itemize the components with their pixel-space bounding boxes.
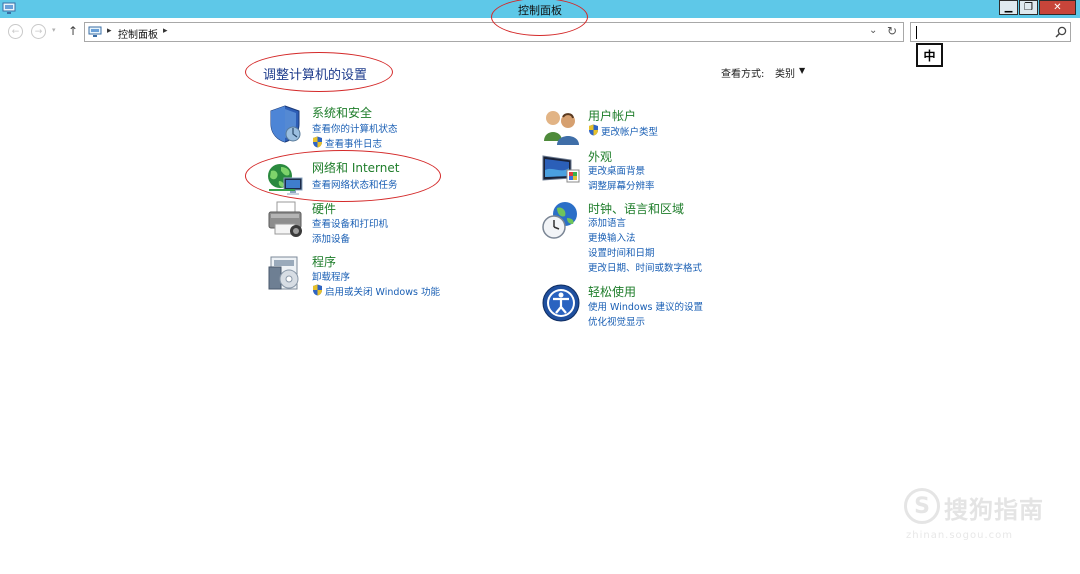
refresh-button[interactable]: ↻ [887, 24, 897, 38]
network-globe-icon[interactable] [265, 159, 305, 199]
link-label: 查看事件日志 [325, 139, 383, 150]
uac-shield-icon [589, 124, 598, 136]
link-add-language[interactable]: 添加语言 [588, 215, 626, 229]
link-change-account-type[interactable]: 更改帐户类型 [588, 124, 658, 138]
search-input[interactable] [910, 22, 1071, 42]
category-title[interactable]: 系统和安全 [312, 104, 372, 121]
category-title[interactable]: 轻松使用 [588, 283, 636, 300]
ime-indicator[interactable]: 中 [916, 43, 943, 67]
category-title[interactable]: 网络和 Internet [312, 159, 399, 176]
link-windows-features[interactable]: 启用或关闭 Windows 功能 [312, 284, 440, 298]
close-button[interactable]: ✕ [1039, 0, 1076, 15]
clock-globe-icon[interactable] [541, 200, 581, 240]
watermark: S 搜狗指南 zhinan.sogou.com [900, 486, 1070, 546]
link-label: 启用或关闭 Windows 功能 [325, 287, 440, 298]
address-dropdown[interactable]: ⌄ [869, 25, 877, 36]
minimize-button[interactable]: ▁ [999, 0, 1018, 15]
users-icon[interactable] [541, 107, 581, 147]
category-user-accounts: 用户帐户 更改帐户类型 [541, 107, 781, 147]
category-ease-of-access: 轻松使用 使用 Windows 建议的设置 优化视觉显示 [541, 283, 781, 331]
link-change-formats[interactable]: 更改日期、时间或数字格式 [588, 260, 702, 274]
search-icon[interactable] [1054, 25, 1068, 39]
category-title[interactable]: 程序 [312, 253, 336, 270]
category-system-security: 系统和安全 查看你的计算机状态 查看事件日志 [265, 104, 485, 152]
up-button[interactable]: ↑ [68, 24, 78, 38]
text-caret [916, 26, 917, 39]
link-add-device[interactable]: 添加设备 [312, 231, 350, 245]
back-button[interactable]: ← [8, 24, 23, 39]
appearance-icon[interactable] [541, 148, 581, 188]
link-set-time-date[interactable]: 设置时间和日期 [588, 245, 655, 259]
category-network-internet: 网络和 Internet 查看网络状态和任务 [265, 159, 485, 199]
category-programs: 程序 卸载程序 启用或关闭 Windows 功能 [265, 253, 485, 301]
breadcrumb-item-control-panel[interactable]: 控制面板 [118, 26, 158, 41]
category-title[interactable]: 硬件 [312, 200, 336, 217]
maximize-button[interactable]: ❐ [1019, 0, 1038, 15]
link-adjust-resolution[interactable]: 调整屏幕分辨率 [588, 178, 655, 192]
view-by-dropdown[interactable]: 类别 [775, 65, 795, 80]
link-view-event-logs[interactable]: 查看事件日志 [312, 136, 382, 150]
link-uninstall-program[interactable]: 卸载程序 [312, 269, 350, 283]
watermark-text: 搜狗指南 [944, 496, 1044, 524]
link-change-input-method[interactable]: 更换输入法 [588, 230, 636, 244]
link-label: 更改帐户类型 [601, 127, 659, 138]
category-appearance: 外观 更改桌面背景 调整屏幕分辨率 [541, 148, 781, 196]
programs-icon[interactable] [265, 253, 305, 293]
category-clock-language-region: 时钟、语言和区域 添加语言 更换输入法 设置时间和日期 更改日期、时间或数字格式 [541, 200, 801, 276]
breadcrumb-separator[interactable]: ▸ [107, 26, 112, 36]
watermark-url: zhinan.sogou.com [906, 530, 1014, 541]
category-hardware: 硬件 查看设备和打印机 添加设备 [265, 200, 485, 248]
link-optimize-visual-display[interactable]: 优化视觉显示 [588, 314, 645, 328]
page-title: 调整计算机的设置 [263, 68, 368, 83]
control-panel-icon [88, 26, 102, 37]
title-bar: 控制面板 ▁ ❐ ✕ [0, 0, 1080, 18]
chevron-down-icon[interactable]: ▼ [799, 66, 805, 75]
category-title[interactable]: 用户帐户 [588, 107, 636, 124]
shield-icon[interactable] [265, 104, 305, 144]
link-use-recommended-settings[interactable]: 使用 Windows 建议的设置 [588, 299, 703, 313]
forward-button[interactable]: → [31, 24, 46, 39]
uac-shield-icon [313, 136, 322, 148]
ease-of-access-icon[interactable] [541, 283, 581, 323]
link-view-network-status[interactable]: 查看网络状态和任务 [312, 177, 398, 191]
link-view-computer-status[interactable]: 查看你的计算机状态 [312, 121, 398, 135]
link-change-desktop-background[interactable]: 更改桌面背景 [588, 163, 645, 177]
view-by-label: 查看方式: [721, 69, 765, 80]
address-bar[interactable]: ▸ 控制面板 ▸ ⌄ ↻ [84, 22, 904, 42]
link-view-devices-printers[interactable]: 查看设备和打印机 [312, 216, 388, 230]
uac-shield-icon [313, 284, 322, 296]
breadcrumb-separator[interactable]: ▸ [163, 26, 168, 36]
recent-locations-dropdown[interactable]: ▾ [52, 26, 56, 34]
printer-icon[interactable] [265, 200, 305, 240]
navigation-bar: ← → ▾ ↑ ▸ 控制面板 ▸ ⌄ ↻ [0, 18, 1080, 46]
window-title: 控制面板 [518, 4, 562, 17]
watermark-logo: S [904, 488, 940, 524]
